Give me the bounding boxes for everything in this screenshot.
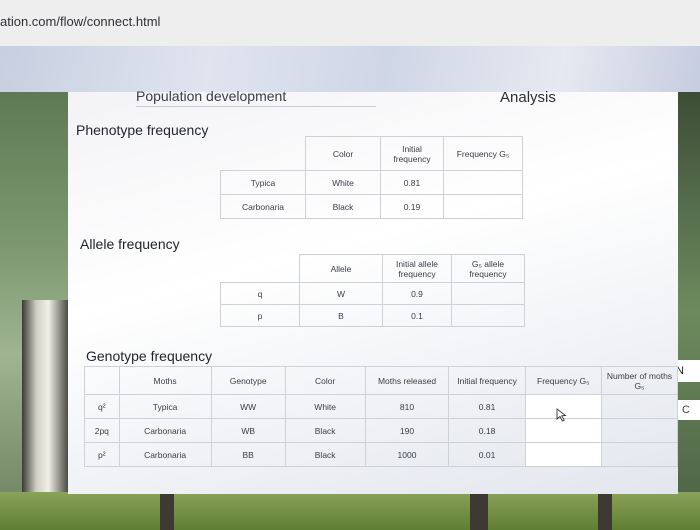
tree-trunk <box>598 490 612 530</box>
table-row: Carbonaria Black 0.19 <box>220 194 523 219</box>
column-header: Initial frequency <box>448 366 526 395</box>
genotype-symbol: p² <box>84 442 120 467</box>
main-panel: Population development Analysis Phenotyp… <box>68 88 679 494</box>
column-header: Initial frequency <box>380 136 444 171</box>
table-row: 2pq Carbonaria WB Black 190 0.18 <box>84 418 679 443</box>
allele-symbol: p <box>220 304 300 327</box>
table-row: q² Typica WW White 810 0.81 <box>84 394 679 419</box>
cell-initial: 0.1 <box>382 304 452 327</box>
input-frequency-g5[interactable] <box>524 418 602 443</box>
url-text[interactable]: ation.com/flow/connect.html <box>0 14 160 29</box>
cell-initial: 0.9 <box>382 282 452 305</box>
table-row: p B 0.1 <box>220 304 525 327</box>
row-label: Carbonaria <box>220 194 306 219</box>
cell-released: 1000 <box>364 442 450 467</box>
table-corner <box>220 254 300 283</box>
input-number-moths[interactable] <box>600 394 679 419</box>
cell-moth: Typica <box>118 394 212 419</box>
tree-trunk <box>470 490 488 530</box>
input-g5-allele[interactable] <box>451 282 525 305</box>
cell-color: White <box>284 394 366 419</box>
table-corner <box>84 366 120 395</box>
column-header: Color <box>305 136 381 171</box>
row-label: Typica <box>220 170 306 195</box>
column-header: G₅ allele frequency <box>451 254 525 283</box>
cell-genotype: WB <box>210 418 286 443</box>
column-header: Number of moths G₅ <box>600 366 679 395</box>
tree-trunk <box>160 490 174 530</box>
tab-population-development[interactable]: Population development <box>136 88 376 107</box>
column-header: Allele <box>299 254 383 283</box>
genotype-symbol: 2pq <box>84 418 120 443</box>
column-header: Color <box>284 366 366 395</box>
cell-initial: 0.19 <box>380 194 444 219</box>
genotype-symbol: q² <box>84 394 120 419</box>
cell-genotype: BB <box>210 442 286 467</box>
cell-allele: B <box>299 304 383 327</box>
background-trees-right <box>676 92 700 530</box>
cell-initial: 0.81 <box>380 170 444 195</box>
input-g5-allele[interactable] <box>451 304 525 327</box>
address-bar[interactable]: ation.com/flow/connect.html <box>0 0 700 47</box>
genotype-title: Genotype frequency <box>86 348 213 364</box>
allele-table: Allele Initial allele frequency G₅ allel… <box>220 254 525 327</box>
cell-moth: Carbonaria <box>118 418 212 443</box>
cell-initial: 0.81 <box>448 394 526 419</box>
input-number-moths[interactable] <box>600 442 679 467</box>
table-row: p² Carbonaria BB Black 1000 0.01 <box>84 442 679 467</box>
background-ground <box>0 492 700 530</box>
cell-initial: 0.01 <box>448 442 526 467</box>
column-header: Frequency G₅ <box>443 136 523 171</box>
toolbar-strip <box>0 46 700 92</box>
cell-color: Black <box>284 418 366 443</box>
cell-color: Black <box>284 442 366 467</box>
column-header: Moths released <box>364 366 450 395</box>
column-header: Initial allele frequency <box>382 254 452 283</box>
column-header: Moths <box>118 366 212 395</box>
mouse-cursor-icon <box>556 408 567 422</box>
input-number-moths[interactable] <box>600 418 679 443</box>
genotype-table: Moths Genotype Color Moths released Init… <box>84 366 679 467</box>
cell-color: Black <box>305 194 381 219</box>
column-header: Genotype <box>210 366 286 395</box>
cell-initial: 0.18 <box>448 418 526 443</box>
allele-symbol: q <box>220 282 300 305</box>
side-tab-bottom[interactable]: C <box>676 400 700 420</box>
table-row: q W 0.9 <box>220 282 525 305</box>
cell-color: White <box>305 170 381 195</box>
input-frequency[interactable] <box>443 194 523 219</box>
table-row: Typica White 0.81 <box>220 170 523 195</box>
table-corner <box>220 136 306 171</box>
input-frequency[interactable] <box>443 170 523 195</box>
cell-genotype: WW <box>210 394 286 419</box>
phenotype-title: Phenotype frequency <box>76 122 209 138</box>
cell-released: 190 <box>364 418 450 443</box>
cell-allele: W <box>299 282 383 305</box>
tab-analysis[interactable]: Analysis <box>500 89 556 106</box>
cell-moth: Carbonaria <box>118 442 212 467</box>
cell-released: 810 <box>364 394 450 419</box>
allele-title: Allele frequency <box>80 236 180 252</box>
column-header: Frequency G₅ <box>524 366 602 395</box>
input-frequency-g5[interactable] <box>524 442 602 467</box>
phenotype-table: Color Initial frequency Frequency G₅ Typ… <box>220 136 523 219</box>
